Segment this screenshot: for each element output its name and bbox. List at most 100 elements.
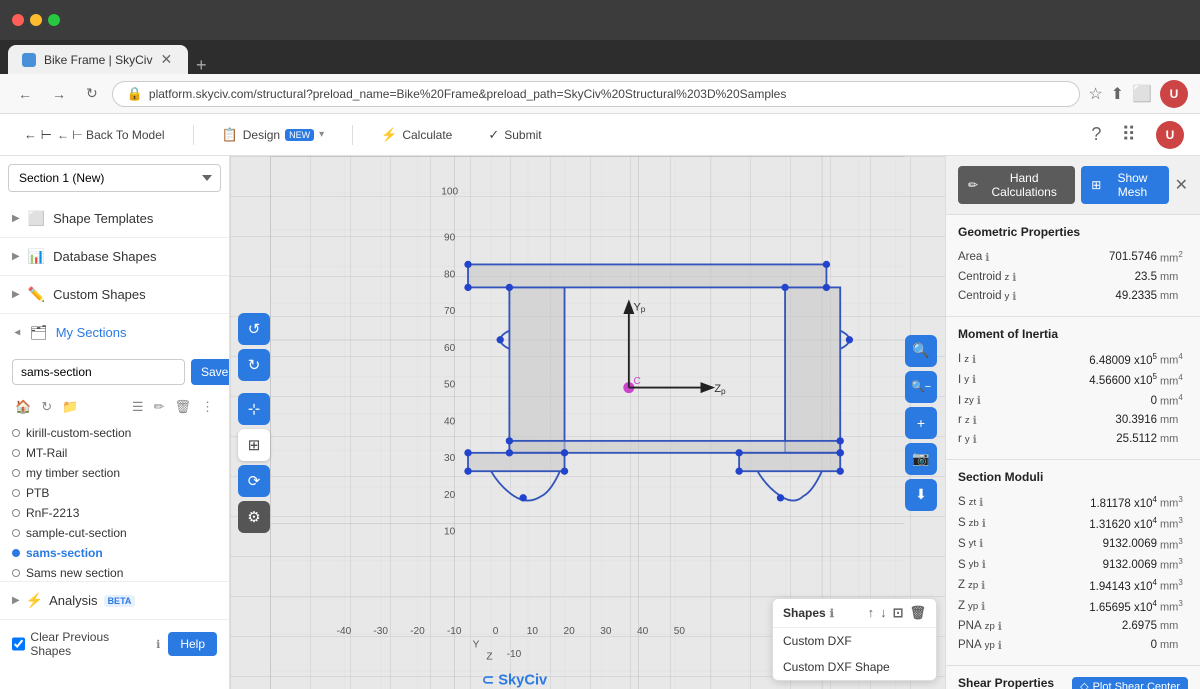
app-toolbar: ← ⊢ ← ⊢ Back To Model 📋 Design NEW ▾ ⚡ C… [0,114,1200,156]
hand-calculations-button[interactable]: ✏ Hand Calculations [958,166,1075,204]
new-tab-button[interactable]: + [188,56,215,74]
section-item-rnf[interactable]: RnF-2213 [12,503,217,523]
tab-bar: Bike Frame | SkyCiv ✕ + [0,40,1200,74]
rz-info[interactable]: ℹ [973,414,977,427]
pnayp-label: PNAyp ℹ [958,639,1038,652]
user-avatar-toolbar[interactable]: U [1156,121,1184,149]
shapes-item-dxf-shape[interactable]: Custom DXF Shape [773,654,936,680]
beta-badge: BETA [104,595,136,607]
canvas-area[interactable]: ↺ ↻ ⊹ ⊞ ⟳ ⚙ 🔍 🔍− + 📷 ⬇ [230,156,945,689]
shear-header: Shear Properties ◇ Plot Shear Center [958,676,1188,689]
moment-inertia-section: Moment of Inertia Iz ℹ 6.48009 x105 mm4 … [946,317,1200,460]
grid-tool[interactable]: ⊞ [238,429,270,461]
user-avatar[interactable]: U [1160,80,1188,108]
shapes-up-icon[interactable]: ↑ [868,605,875,621]
undo-tool[interactable]: ↺ [238,313,270,345]
shapes-delete-icon[interactable]: 🗑 [909,605,926,621]
camera-tool[interactable]: 📷 [905,443,937,475]
database-shapes-header[interactable]: ▶ 📊 Database Shapes [0,238,229,275]
shape-templates-header[interactable]: ▶ ⬜ Shape Templates [0,200,229,237]
iy-unit: mm4 [1160,373,1188,388]
analysis-label: Analysis [49,593,97,608]
section-dropdown[interactable]: Section 1 (New) [8,164,221,192]
centroid-y-label: Centroidy ℹ [958,290,1038,303]
minimize-window-dot[interactable] [30,14,42,26]
folder-icon[interactable]: 📁 [59,397,81,417]
izy-value: 0 [1151,395,1157,407]
section-item-ptb[interactable]: PTB [12,483,217,503]
add-tool[interactable]: + [905,407,937,439]
area-unit: mm2 [1160,250,1188,265]
bookmark-icon[interactable]: ☆ [1088,84,1102,104]
submit-button[interactable]: ✓ Submit [480,123,549,147]
izy-info[interactable]: ℹ [977,394,981,407]
zoom-out-tool[interactable]: 🔍− [905,371,937,403]
clear-checkbox-label[interactable]: Clear Previous Shapes [12,630,148,658]
download-tool[interactable]: ⬇ [905,479,937,511]
maximize-window-dot[interactable] [48,14,60,26]
window-icon[interactable]: ⬜ [1132,84,1152,104]
centroid-y-info[interactable]: ℹ [1012,290,1016,303]
apps-icon[interactable]: ⠿ [1121,122,1136,147]
area-info-icon[interactable]: ℹ [985,251,989,264]
section-item-kirill[interactable]: kirill-custom-section [12,423,217,443]
zoom-in-tool[interactable]: 🔍 [905,335,937,367]
url-bar[interactable]: 🔒 platform.skyciv.com/structural?preload… [112,81,1081,107]
section-item-sample[interactable]: sample-cut-section [12,523,217,543]
zzp-value: 1.94143 x104 [1089,578,1157,593]
design-button[interactable]: 📋 Design NEW ▾ [214,123,333,147]
svg-text:C: C [633,376,640,387]
list-icon[interactable]: ☰ [129,397,147,417]
my-sections-header[interactable]: ▼ 🗂 My Sections [0,314,229,351]
shapes-down-icon[interactable]: ↓ [880,605,887,621]
home-icon[interactable]: 🏠 [12,397,34,417]
more-icon[interactable]: ⋮ [198,397,217,417]
svg-text:80: 80 [444,269,456,280]
redo-tool[interactable]: ↻ [238,349,270,381]
reload-button[interactable]: ↻ [80,83,104,104]
svg-text:40: 40 [444,416,456,427]
section-input-row: Save [12,359,217,385]
active-tab[interactable]: Bike Frame | SkyCiv ✕ [8,45,188,74]
plot-shear-button[interactable]: ◇ Plot Shear Center [1072,677,1188,689]
centroid-z-info[interactable]: ℹ [1012,271,1016,284]
help-button[interactable]: Help [168,632,217,656]
shapes-item-dxf[interactable]: Custom DXF [773,628,936,654]
show-mesh-button[interactable]: ⊞ Show Mesh [1081,166,1168,204]
svg-text:100: 100 [441,187,458,198]
iy-info[interactable]: ℹ [972,373,976,386]
refresh-icon[interactable]: ↻ [38,397,55,417]
section-item-timber[interactable]: my timber section [12,463,217,483]
delete-icon[interactable]: 🗑 [171,397,194,417]
back-button[interactable]: ← [12,84,38,104]
back-to-model-button[interactable]: ← ⊢ ← ⊢ Back To Model [16,123,173,147]
share-icon[interactable]: ⬆ [1111,84,1124,104]
custom-shapes-header[interactable]: ▶ ✏️ Custom Shapes [0,276,229,313]
save-section-button[interactable]: Save [191,359,230,385]
close-window-dot[interactable] [12,14,24,26]
section-moduli-title: Section Moduli [958,470,1188,484]
analysis-group: ▶ ⚡ Analysis BETA [0,582,229,620]
section-item-sams[interactable]: sams-section [12,543,217,563]
calculate-button[interactable]: ⚡ Calculate [373,123,460,147]
iz-info[interactable]: ℹ [972,353,976,366]
ry-info[interactable]: ℹ [973,433,977,446]
shapes-copy-icon[interactable]: ⊡ [893,605,904,621]
cursor-tool[interactable]: ⊹ [238,393,270,425]
section-name-input[interactable] [12,359,185,385]
edit-icon[interactable]: ✏ [151,397,168,417]
analysis-header[interactable]: ▶ ⚡ Analysis BETA [0,582,229,619]
geometric-properties-section: Geometric Properties Area ℹ 701.5746 mm2… [946,215,1200,317]
section-item-sams-new[interactable]: Sams new section [12,563,217,581]
panel-close-button[interactable]: ✕ [1175,175,1188,195]
settings-tool[interactable]: ⚙ [238,501,270,533]
section-item-label: RnF-2213 [26,506,79,520]
tab-close-button[interactable]: ✕ [160,51,172,68]
calculate-icon: ⚡ [381,127,397,143]
forward-button[interactable]: → [46,84,72,104]
help-icon[interactable]: ? [1091,124,1101,145]
clear-checkbox[interactable] [12,637,25,651]
rotate-tool[interactable]: ⟳ [238,465,270,497]
svg-text:0: 0 [493,626,499,637]
section-item-mtrail[interactable]: MT-Rail [12,443,217,463]
